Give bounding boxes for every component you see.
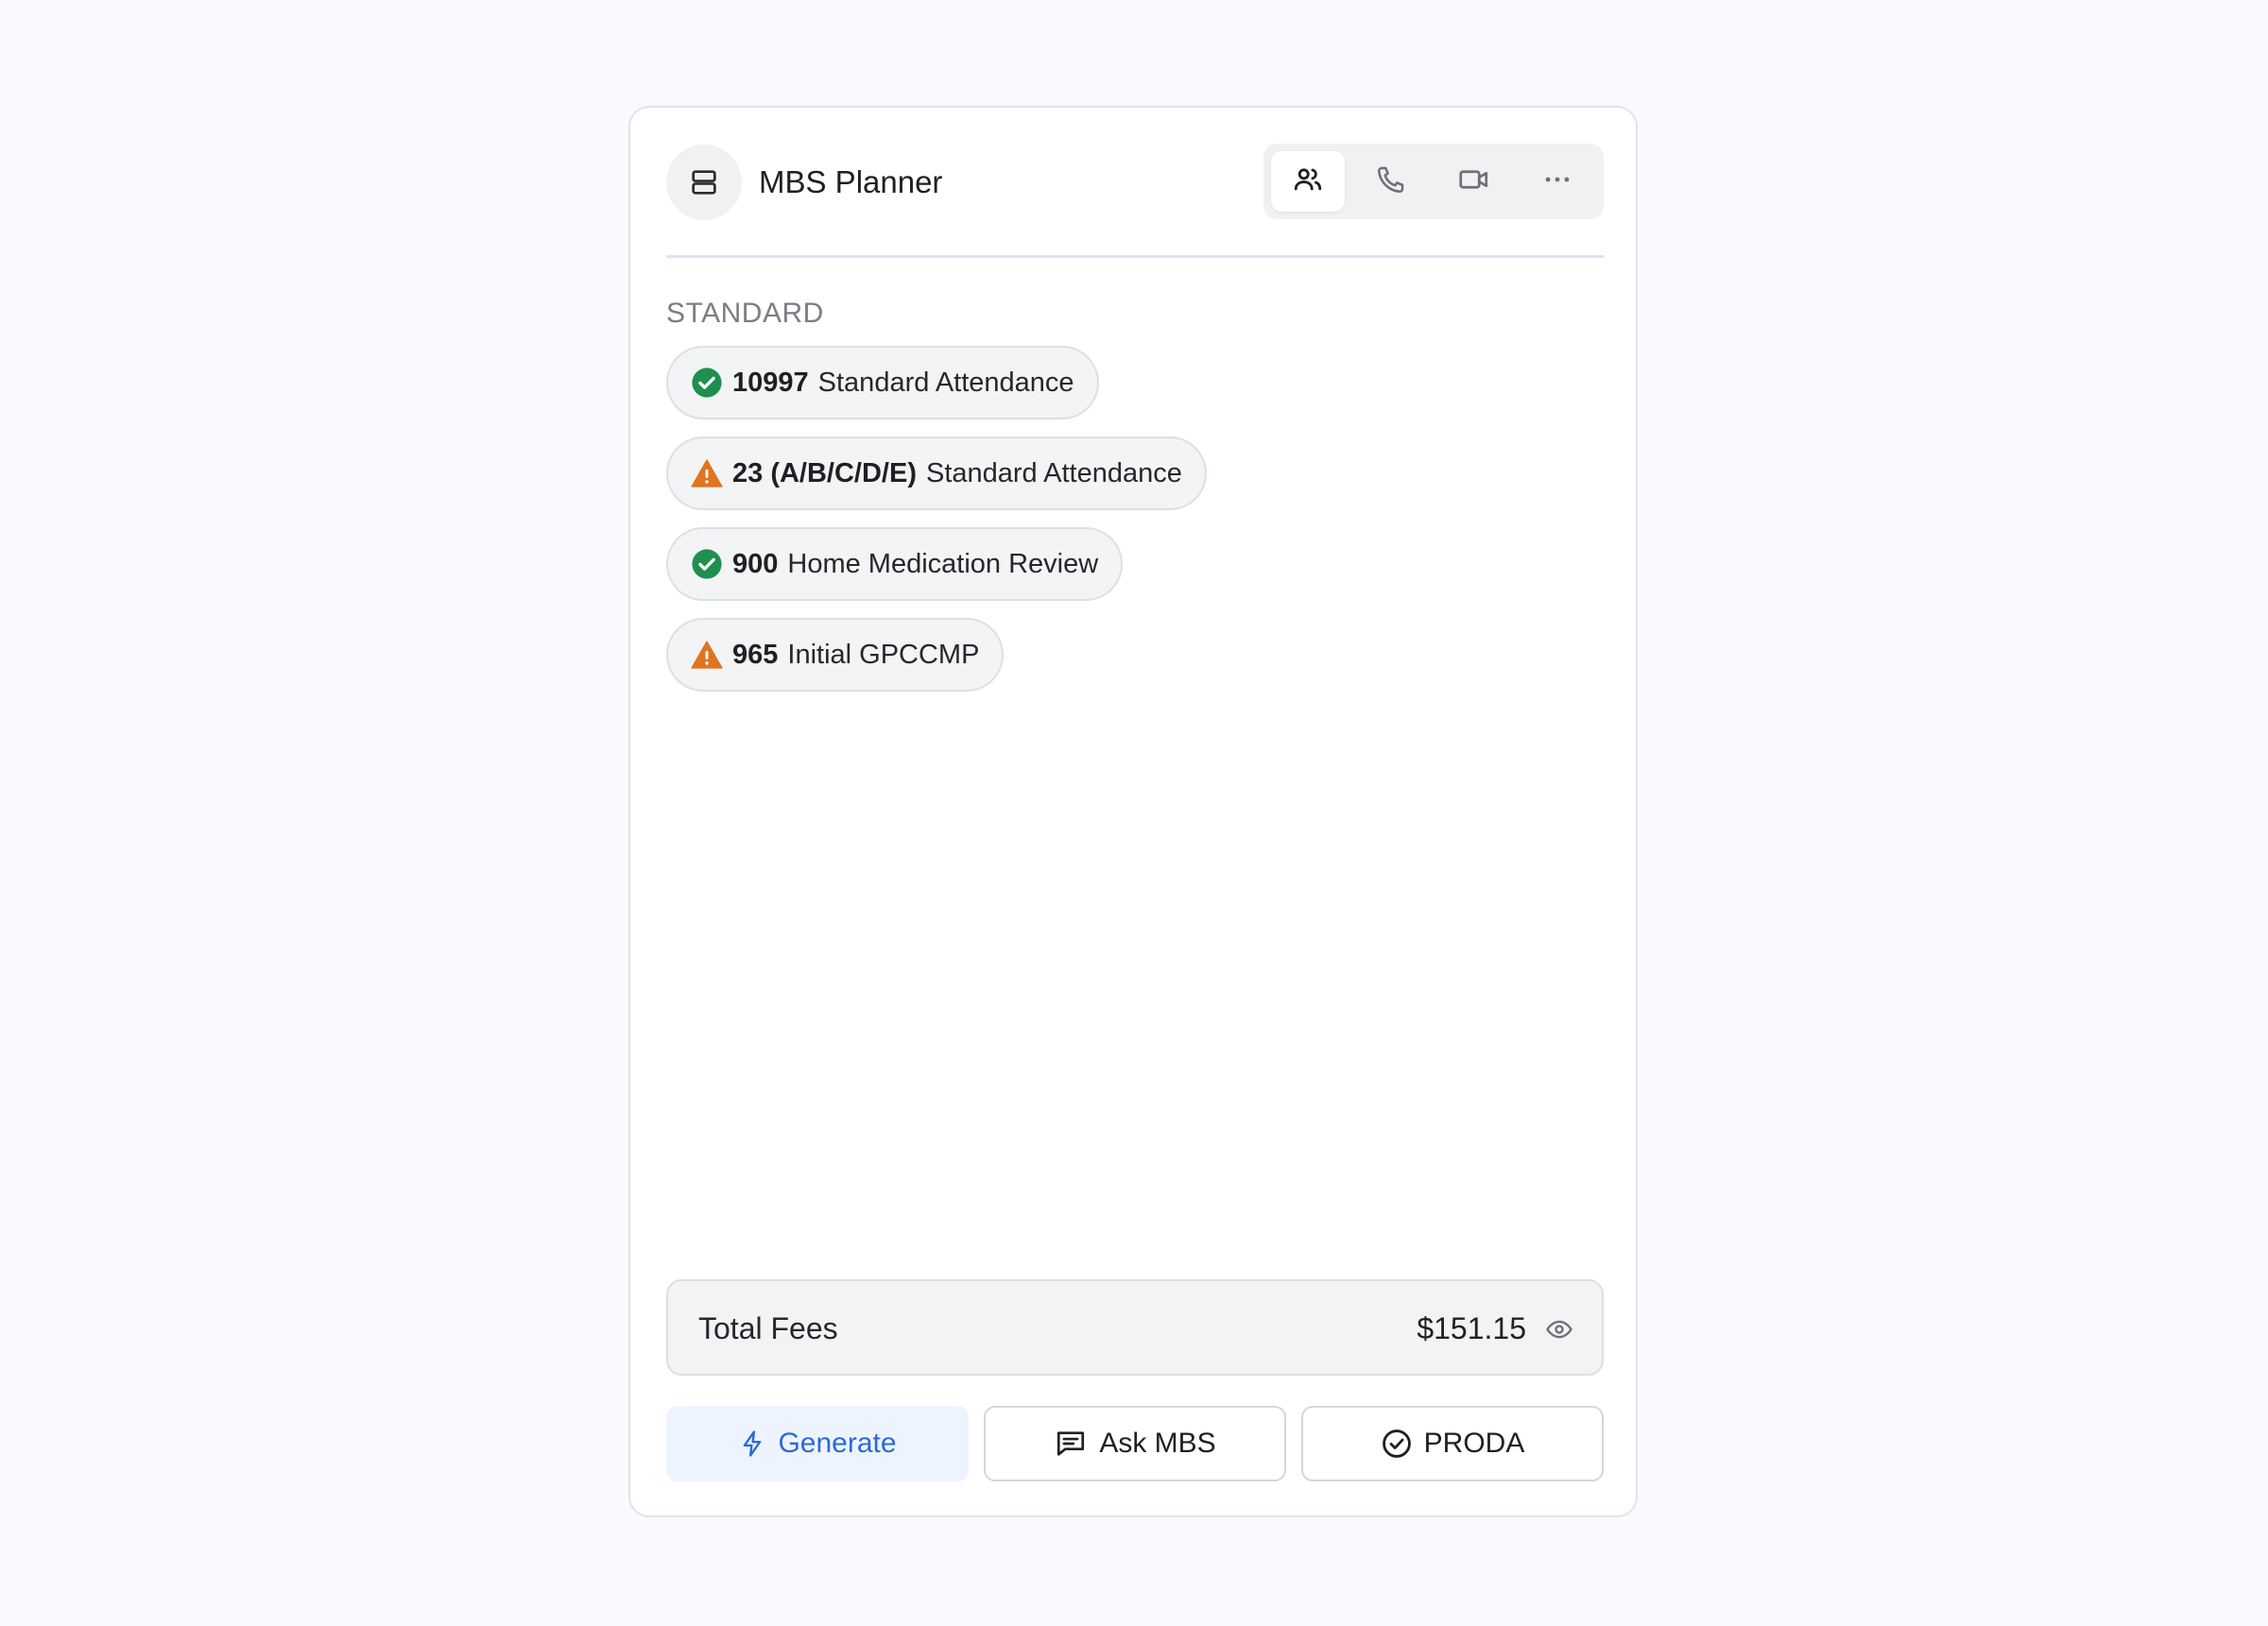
mbs-item-code: 965 [732, 639, 779, 670]
generate-button[interactable]: Generate [666, 1406, 969, 1481]
total-fees-label: Total Fees [698, 1311, 838, 1345]
mbs-item-pill[interactable]: 965 Initial GPCCMP [666, 618, 1005, 692]
chat-icon [1054, 1428, 1088, 1460]
phone-icon [1375, 163, 1407, 200]
users-icon [1292, 163, 1324, 200]
more-horizontal-icon [1541, 163, 1573, 200]
action-bar: Generate Ask MBS PRODA [666, 1406, 1604, 1481]
header-divider [666, 255, 1604, 258]
video-camera-icon [1457, 163, 1491, 201]
mode-video-button[interactable] [1437, 151, 1511, 212]
mbs-planner-card: MBS Planner STANDARD 10997 Standard Atte… [628, 106, 1638, 1517]
ask-mbs-label: Ask MBS [1099, 1428, 1216, 1459]
warning-triangle-icon [691, 639, 723, 671]
server-stack-icon [666, 145, 742, 220]
total-fees-value: $151.15 [1417, 1311, 1526, 1345]
mbs-item-description: Standard Attendance [817, 367, 1074, 398]
mbs-item-pill[interactable]: 900 Home Medication Review [666, 527, 1124, 601]
section-label: STANDARD [666, 298, 824, 329]
mbs-item-code: 23 (A/B/C/D/E) [732, 457, 917, 488]
mbs-item-description: Home Medication Review [787, 548, 1099, 579]
eye-icon[interactable] [1545, 1315, 1573, 1344]
mbs-item-code: 900 [732, 548, 779, 579]
check-circle-icon [691, 367, 723, 399]
mbs-item-description: Standard Attendance [925, 457, 1182, 488]
lightning-bolt-icon [738, 1428, 766, 1460]
mbs-item-pill[interactable]: 10997 Standard Attendance [666, 346, 1099, 419]
total-fees-panel: Total Fees $151.15 [666, 1279, 1604, 1376]
mbs-item-pill[interactable]: 23 (A/B/C/D/E) Standard Attendance [666, 436, 1207, 510]
mode-phone-button[interactable] [1354, 151, 1428, 212]
mode-in-person-button[interactable] [1271, 151, 1345, 212]
mbs-item-code: 10997 [732, 367, 809, 398]
check-circle-icon [691, 548, 723, 580]
proda-label: PRODA [1423, 1428, 1525, 1459]
mbs-item-description: Initial GPCCMP [787, 639, 980, 670]
check-circle-outline-icon [1381, 1428, 1413, 1460]
app-title: MBS Planner [759, 164, 943, 199]
ask-mbs-button[interactable]: Ask MBS [984, 1406, 1286, 1481]
consult-mode-toggle [1263, 144, 1604, 219]
header: MBS Planner [666, 144, 1604, 221]
proda-button[interactable]: PRODA [1301, 1406, 1604, 1481]
warning-triangle-icon [691, 457, 723, 489]
more-options-button[interactable] [1521, 151, 1594, 212]
generate-label: Generate [778, 1428, 897, 1459]
